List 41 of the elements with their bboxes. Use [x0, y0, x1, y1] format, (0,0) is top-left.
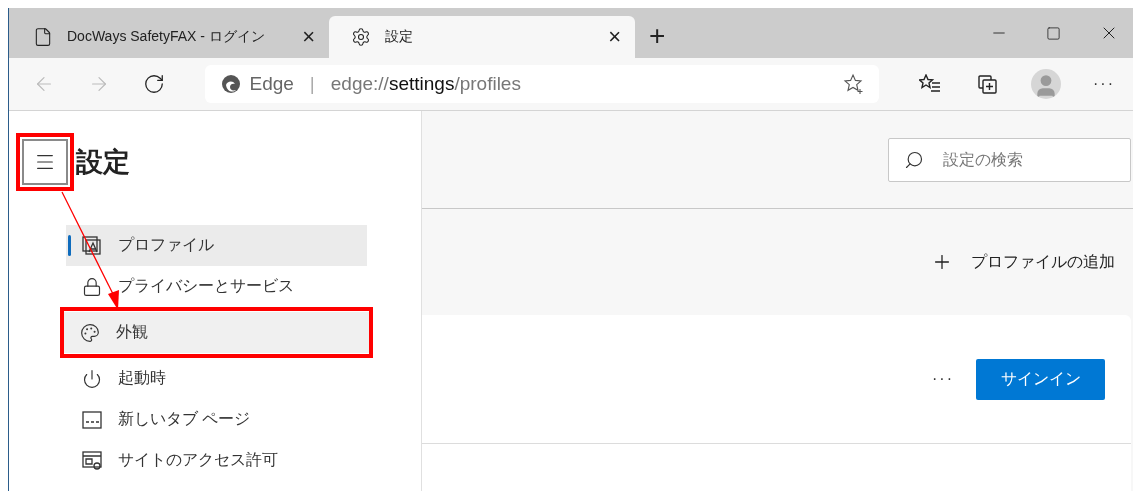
- nav-item[interactable]: 外観: [64, 312, 369, 353]
- nav-item[interactable]: 起動時: [66, 358, 367, 399]
- site-permissions-icon: [82, 450, 102, 471]
- refresh-icon[interactable]: [142, 73, 165, 95]
- page-title: 設定: [76, 146, 130, 179]
- nav-item[interactable]: プライバシーとサービス: [66, 266, 367, 307]
- nav-item[interactable]: 新しいタブ ページ: [66, 399, 367, 440]
- avatar-icon[interactable]: [1031, 69, 1061, 99]
- add-profile-link[interactable]: プロファイルの追加: [931, 251, 1115, 273]
- more-options-button[interactable]: ···: [932, 370, 954, 388]
- search-field[interactable]: 設定の検索: [888, 138, 1131, 182]
- browser-logo-icon: [221, 74, 242, 94]
- new-tab-button[interactable]: +: [649, 22, 666, 50]
- url-text: edge://settings/profiles: [330, 73, 521, 95]
- site-label: Edge: [249, 73, 294, 95]
- profile-icon: [82, 235, 102, 256]
- page-icon: [33, 27, 53, 47]
- favorites-icon[interactable]: [919, 74, 941, 94]
- tab-title: 設定: [385, 28, 414, 46]
- search-icon: [904, 150, 924, 170]
- gear-icon: [351, 27, 371, 47]
- address-bar[interactable]: Edge | edge://settings/profiles: [205, 65, 879, 103]
- more-button[interactable]: ···: [1093, 75, 1115, 93]
- browser-tab[interactable]: DocWays SafetyFAX - ログイン ×: [11, 16, 329, 58]
- tab-close-button[interactable]: ×: [302, 26, 315, 48]
- new-tab-page-icon: [82, 410, 102, 429]
- add-favorite-icon[interactable]: [843, 73, 865, 95]
- menu-button[interactable]: [22, 139, 68, 185]
- tab-title: DocWays SafetyFAX - ログイン: [67, 28, 266, 46]
- sign-in-button[interactable]: サインイン: [976, 358, 1105, 400]
- separator: |: [309, 73, 315, 95]
- maximize-icon[interactable]: [1046, 25, 1061, 41]
- lock-icon: [82, 276, 102, 297]
- power-icon: [82, 368, 102, 389]
- tab-close-button[interactable]: ×: [608, 26, 621, 48]
- nav-item[interactable]: プロファイル: [66, 225, 367, 266]
- collections-icon[interactable]: [978, 74, 998, 94]
- nav-item[interactable]: サイトのアクセス許可: [66, 440, 367, 481]
- browser-tab[interactable]: 設定 ×: [329, 16, 635, 58]
- palette-icon: [80, 322, 100, 343]
- selection-indicator: [68, 235, 71, 256]
